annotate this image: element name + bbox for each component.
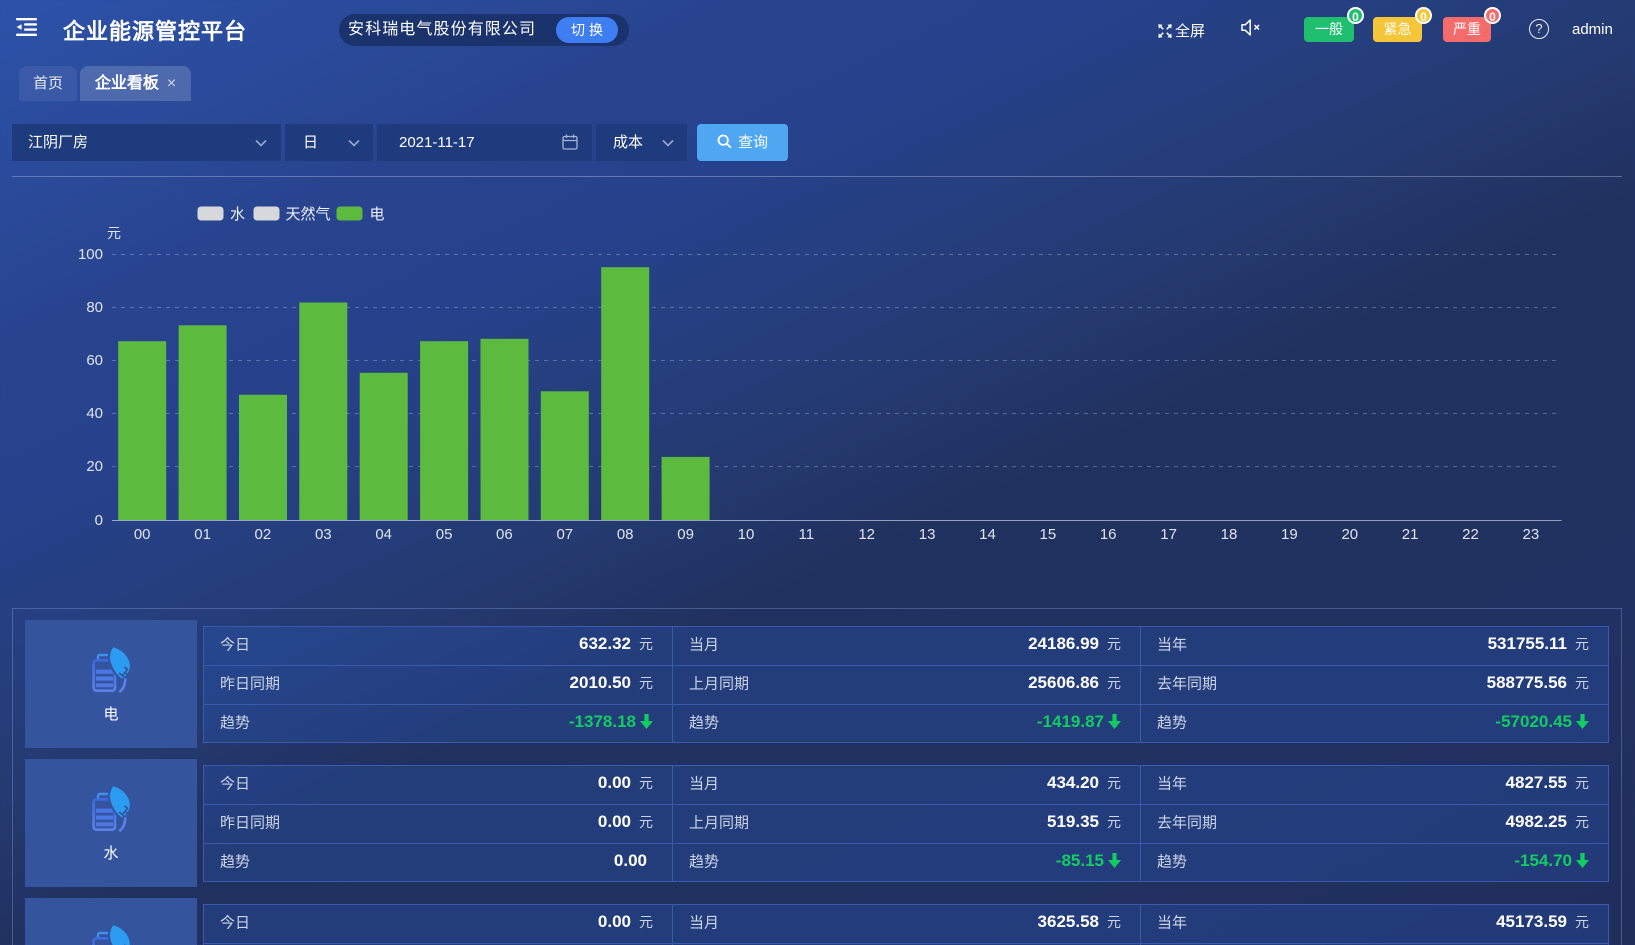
svg-text:04: 04 <box>375 526 392 543</box>
svg-text:0: 0 <box>95 512 103 529</box>
svg-text:22: 22 <box>1462 526 1479 543</box>
svg-text:23: 23 <box>1523 526 1540 543</box>
svg-text:20: 20 <box>86 458 103 475</box>
svg-text:02: 02 <box>255 526 272 543</box>
svg-text:01: 01 <box>194 526 211 543</box>
svg-text:18: 18 <box>1221 526 1238 543</box>
svg-text:08: 08 <box>617 526 634 543</box>
svg-text:40: 40 <box>86 405 103 422</box>
svg-text:15: 15 <box>1040 526 1057 543</box>
svg-text:元: 元 <box>107 225 121 241</box>
svg-text:16: 16 <box>1100 526 1117 543</box>
svg-text:00: 00 <box>134 526 151 543</box>
svg-text:09: 09 <box>677 526 694 543</box>
svg-text:07: 07 <box>556 526 573 543</box>
svg-text:100: 100 <box>78 246 103 263</box>
svg-text:天然气: 天然气 <box>286 206 331 223</box>
svg-text:17: 17 <box>1160 526 1177 543</box>
svg-text:20: 20 <box>1341 526 1358 543</box>
svg-text:13: 13 <box>919 526 936 543</box>
svg-text:19: 19 <box>1281 526 1298 543</box>
svg-text:60: 60 <box>86 352 103 369</box>
svg-text:电: 电 <box>370 206 385 223</box>
svg-text:11: 11 <box>799 526 815 543</box>
svg-text:03: 03 <box>315 526 332 543</box>
svg-text:水: 水 <box>230 206 245 223</box>
svg-text:80: 80 <box>86 299 103 316</box>
svg-text:05: 05 <box>436 526 453 543</box>
svg-text:10: 10 <box>738 526 755 543</box>
svg-text:06: 06 <box>496 526 513 543</box>
svg-text:21: 21 <box>1402 526 1419 543</box>
svg-text:14: 14 <box>979 526 996 543</box>
svg-text:12: 12 <box>858 526 875 543</box>
